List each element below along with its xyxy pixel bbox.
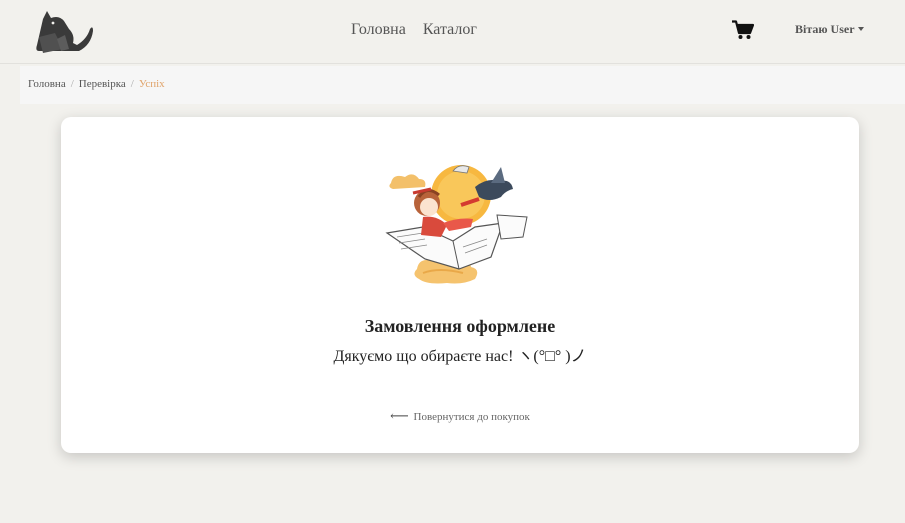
breadcrumb-home[interactable]: Головна	[28, 78, 66, 90]
cat-logo-icon[interactable]	[33, 9, 95, 55]
main-nav: Головна Каталог	[351, 21, 477, 39]
breadcrumb-bar: Головна / Перевірка / Успіх	[20, 66, 905, 104]
navbar: Головна Каталог Вітаю User	[0, 0, 905, 64]
success-message: Дякуємо що обираєте нас! ヽ(°□° )ノ	[333, 348, 587, 365]
arrow-left-icon: ⟵	[390, 408, 409, 423]
breadcrumb-separator: /	[70, 78, 74, 90]
breadcrumb-check[interactable]: Перевірка	[79, 78, 126, 90]
shopping-cart-icon[interactable]	[732, 20, 754, 40]
caret-down-icon	[857, 26, 864, 31]
breadcrumb: Головна / Перевірка / Успіх	[28, 78, 165, 90]
nav-home[interactable]: Головна	[351, 21, 406, 39]
success-card: Замовлення оформлене Дякуємо що обираєте…	[61, 117, 859, 453]
back-to-shopping-link[interactable]: ⟵ Повернутися до покупок	[61, 408, 859, 424]
breadcrumb-current: Успіх	[138, 78, 165, 90]
user-dropdown[interactable]: Вітаю User	[795, 22, 864, 37]
nav-catalog[interactable]: Каталог	[423, 21, 477, 39]
reading-girl-illustration	[385, 165, 528, 284]
user-greeting: Вітаю User	[795, 22, 855, 36]
back-link-label: Повернутися до покупок	[413, 411, 530, 423]
breadcrumb-separator: /	[130, 78, 134, 90]
success-title: Замовлення оформлене	[364, 316, 556, 336]
